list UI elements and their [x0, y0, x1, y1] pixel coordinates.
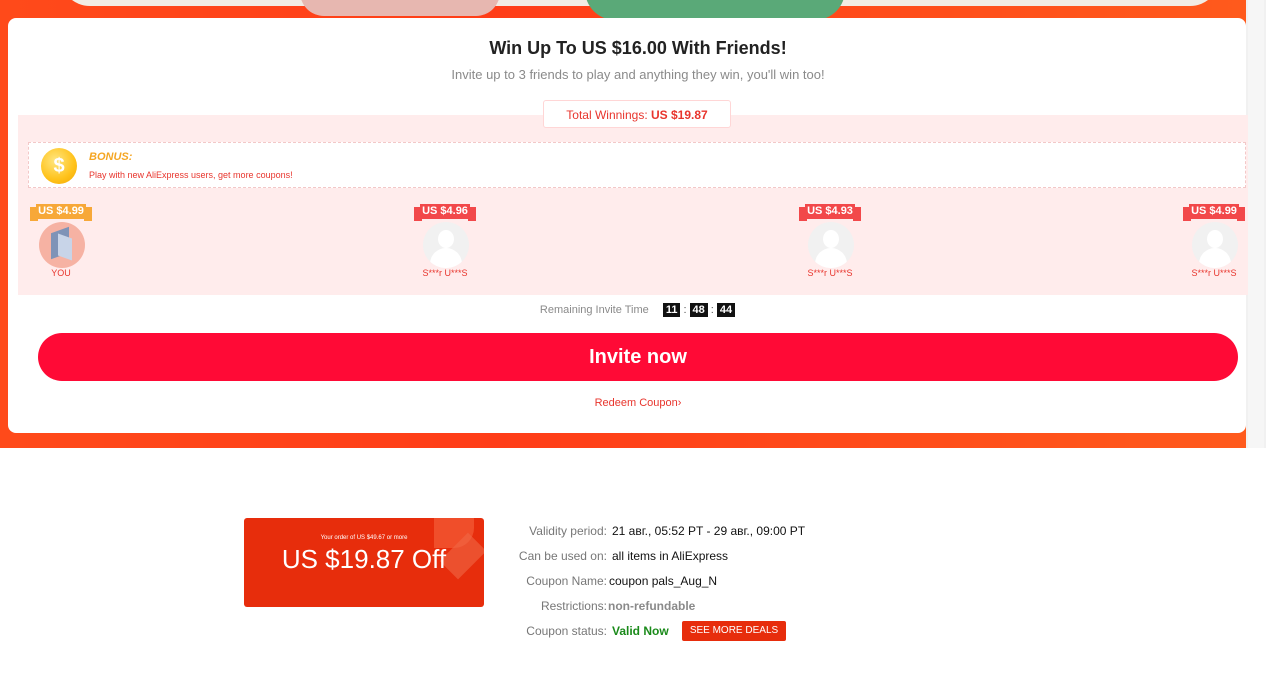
detail-row: Restrictions: non-refundable	[500, 596, 1100, 621]
participant-name: S***r U***S	[1191, 268, 1237, 278]
amount-ribbon: US $4.99	[30, 204, 92, 221]
redeem-coupon-link[interactable]: Redeem Coupon›	[8, 397, 1266, 409]
detail-value: all items in AliExpress	[612, 549, 729, 563]
winnings-label: Total Winnings:	[566, 108, 648, 122]
detail-row: Validity period: 21 авг., 05:52 PT - 29 …	[500, 521, 1100, 546]
detail-value: 21 авг., 05:52 PT - 29 авг., 09:00 PT	[612, 524, 806, 538]
amount-ribbon: US $4.93	[799, 204, 861, 221]
total-winnings: Total Winnings: US $19.87	[543, 100, 731, 128]
invite-now-button[interactable]: Invite now	[38, 333, 1238, 381]
bonus-title: BONUS:	[89, 151, 133, 163]
detail-value: coupon pals_Aug_N	[609, 574, 718, 588]
bonus-banner: $ BONUS: Play with new AliExpress users,…	[28, 142, 1246, 188]
promo-subtitle: Invite up to 3 friends to play and anyth…	[451, 67, 825, 82]
coupon-details: Validity period: 21 авг., 05:52 PT - 29 …	[500, 521, 1100, 646]
participant-slot-friend-2[interactable]: US $4.93 S***r U***S	[797, 202, 877, 282]
coin-icon: $	[41, 148, 77, 184]
detail-label: Restrictions:	[540, 599, 607, 613]
see-more-deals-button[interactable]: SEE MORE DEALS	[682, 621, 786, 641]
detail-row: Can be used on: all items in AliExpress	[500, 546, 1100, 571]
participant-name: S***r U***S	[807, 268, 853, 278]
timer-minutes: 48	[689, 303, 708, 317]
amount-ribbon: US $4.96	[414, 204, 476, 221]
timer-hours: 11	[662, 303, 681, 317]
avatar-placeholder-icon	[423, 222, 469, 268]
gift-box-side	[58, 233, 72, 261]
decor-shape	[585, 0, 845, 20]
coupon-card: Your order of US $49.67 or more US $19.8…	[244, 518, 484, 607]
bonus-description: Play with new AliExpress users, get more…	[89, 170, 293, 180]
detail-label: Coupon Name:	[526, 574, 607, 588]
decor-shape	[300, 0, 500, 16]
detail-label: Validity period:	[529, 524, 607, 538]
detail-row: Coupon status: Valid Now SEE MORE DEALS	[500, 621, 1100, 646]
participant-slot-friend-1[interactable]: US $4.96 S***r U***S	[412, 202, 492, 282]
timer-label: Remaining Invite Time	[539, 304, 649, 316]
coupon-condition: Your order of US $49.67 or more	[320, 535, 408, 541]
timer-seconds: 44	[716, 303, 736, 317]
amount-ribbon: US $4.99	[1183, 204, 1245, 221]
detail-label: Coupon status:	[526, 624, 607, 638]
coupon-amount: US $19.87 Off	[281, 544, 447, 574]
detail-row: Coupon Name: coupon pals_Aug_N	[500, 571, 1100, 596]
invite-timer: Remaining Invite Time 11:48:44	[8, 303, 1266, 317]
chevron-right-icon: ›	[677, 397, 682, 409]
detail-label: Can be used on:	[518, 549, 607, 563]
coupon-status: Valid Now	[612, 624, 669, 638]
avatar-placeholder-icon	[808, 222, 854, 268]
redeem-label: Redeem Coupon	[594, 397, 678, 409]
participant-slot-friend-3[interactable]: US $4.99 S***r U***S	[1181, 202, 1261, 282]
avatar-placeholder-icon	[1192, 222, 1238, 268]
avatar	[39, 222, 85, 268]
winnings-value: US $19.87	[651, 108, 708, 122]
participant-name: YOU	[51, 268, 71, 278]
participant-name: S***r U***S	[422, 268, 468, 278]
promo-title: Win Up To US $16.00 With Friends!	[489, 38, 787, 58]
invite-card: Win Up To US $16.00 With Friends! Invite…	[8, 18, 1248, 433]
detail-value: non-refundable	[608, 599, 696, 613]
participant-slot-you: US $4.99 YOU	[28, 202, 108, 282]
